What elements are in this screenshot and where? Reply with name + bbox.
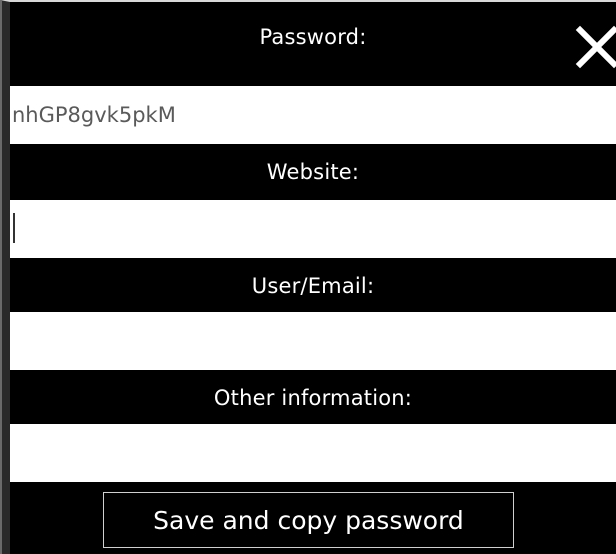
website-field-wrapper (10, 200, 616, 258)
password-entry-dialog: Password: Website: User/Email: Other inf… (0, 0, 616, 554)
website-label: Website: (10, 144, 616, 200)
password-label: Password: (10, 2, 616, 72)
save-and-copy-button[interactable]: Save and copy password (103, 492, 514, 548)
user-email-label: User/Email: (10, 258, 616, 314)
close-button[interactable] (574, 24, 616, 70)
password-field[interactable] (10, 86, 616, 144)
user-email-field[interactable] (10, 312, 616, 370)
text-cursor (13, 213, 15, 243)
other-information-label: Other information: (10, 370, 616, 426)
website-field[interactable] (10, 200, 616, 258)
other-information-field[interactable] (10, 424, 616, 482)
close-icon (575, 25, 616, 69)
